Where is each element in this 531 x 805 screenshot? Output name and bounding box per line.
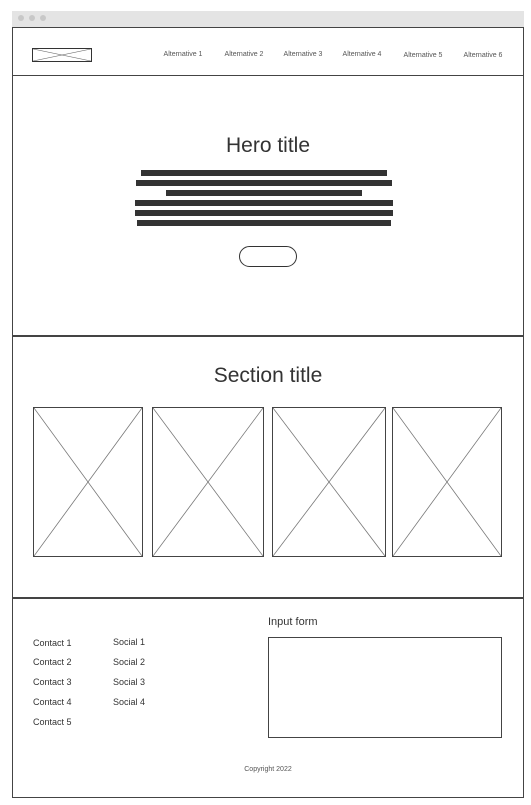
window-titlebar bbox=[12, 11, 524, 27]
section-divider bbox=[13, 597, 523, 599]
contact-link[interactable]: Contact 5 bbox=[33, 717, 72, 727]
window-maximize-button[interactable] bbox=[40, 15, 46, 21]
social-link[interactable]: Social 4 bbox=[113, 697, 145, 707]
contact-link[interactable]: Contact 4 bbox=[33, 697, 72, 707]
image-placeholder-icon bbox=[393, 408, 501, 556]
contact-link[interactable]: Contact 3 bbox=[33, 677, 72, 687]
nav-link-alternative-6[interactable]: Alternative 6 bbox=[451, 52, 515, 59]
image-placeholder-icon bbox=[34, 408, 142, 556]
text-line-placeholder bbox=[137, 220, 391, 226]
card-image-placeholder[interactable] bbox=[272, 407, 386, 557]
image-placeholder-icon bbox=[153, 408, 263, 556]
window-close-button[interactable] bbox=[18, 15, 24, 21]
text-line-placeholder bbox=[135, 200, 393, 206]
social-link[interactable]: Social 1 bbox=[113, 637, 145, 647]
contact-link[interactable]: Contact 2 bbox=[33, 657, 72, 667]
text-line-placeholder bbox=[135, 210, 393, 216]
image-placeholder-icon bbox=[33, 49, 91, 61]
nav-link-alternative-3[interactable]: Alternative 3 bbox=[271, 51, 335, 58]
image-placeholder-icon bbox=[273, 408, 385, 556]
text-line-placeholder bbox=[141, 170, 387, 176]
input-form-field[interactable] bbox=[268, 637, 502, 738]
hero-title: Hero title bbox=[225, 134, 311, 157]
card-image-placeholder[interactable] bbox=[392, 407, 502, 557]
logo[interactable] bbox=[32, 48, 92, 62]
social-link[interactable]: Social 3 bbox=[113, 677, 145, 687]
card-image-placeholder[interactable] bbox=[152, 407, 264, 557]
copyright-text: Copyright 2022 bbox=[244, 766, 292, 773]
header-divider bbox=[13, 75, 523, 76]
nav-link-alternative-2[interactable]: Alternative 2 bbox=[212, 51, 276, 58]
text-line-placeholder bbox=[136, 180, 392, 186]
nav-link-alternative-1[interactable]: Alternative 1 bbox=[151, 51, 215, 58]
nav-link-alternative-4[interactable]: Alternative 4 bbox=[330, 51, 394, 58]
card-image-placeholder[interactable] bbox=[33, 407, 143, 557]
input-form-label: Input form bbox=[268, 616, 318, 628]
hero-divider bbox=[13, 335, 523, 337]
page-frame: Alternative 1 Alternative 2 Alternative … bbox=[12, 27, 524, 798]
window-minimize-button[interactable] bbox=[29, 15, 35, 21]
text-line-placeholder bbox=[166, 190, 362, 196]
section-title: Section title bbox=[213, 364, 323, 387]
contact-link[interactable]: Contact 1 bbox=[33, 638, 72, 648]
hero-cta-button[interactable] bbox=[239, 246, 297, 267]
nav-link-alternative-5[interactable]: Alternative 5 bbox=[391, 52, 455, 59]
social-link[interactable]: Social 2 bbox=[113, 657, 145, 667]
